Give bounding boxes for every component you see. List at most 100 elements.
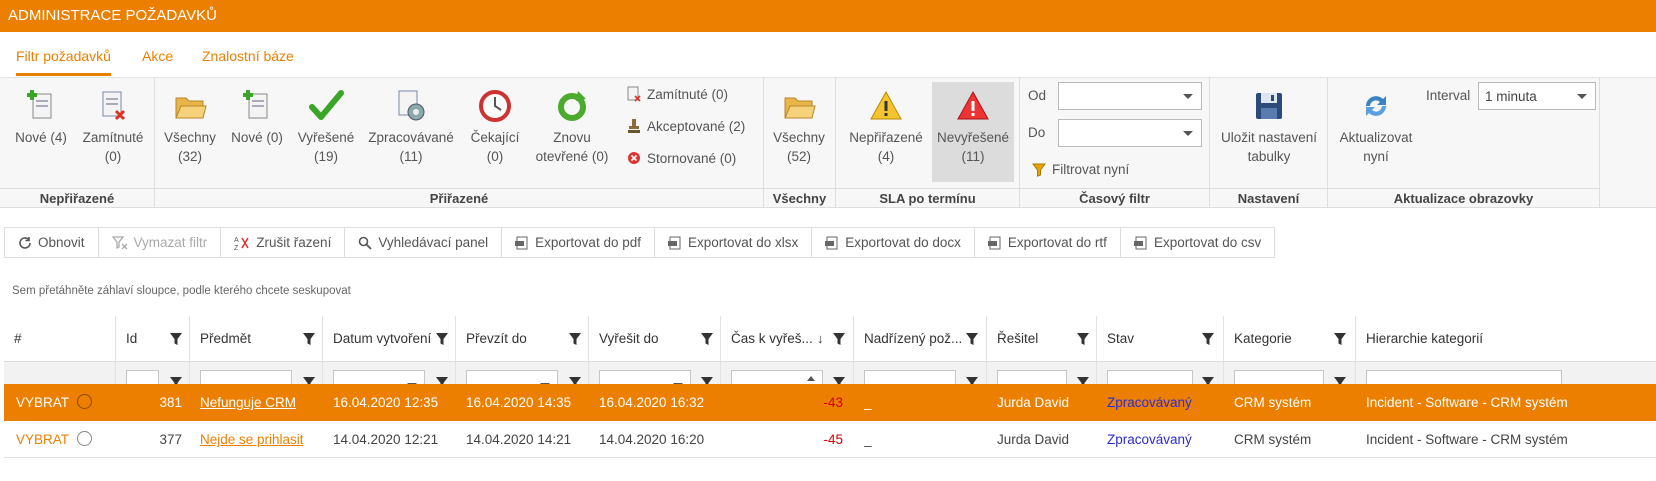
clear-filter-button[interactable]: Vymazat filtr (99, 228, 222, 257)
assigned-waiting-button[interactable]: Čekající (0) (465, 88, 525, 166)
table-row[interactable]: VYBRAT 377 Nejde se prihlasit 14.04.2020… (4, 421, 1656, 458)
assigned-processing-count: (11) (399, 149, 423, 164)
unassigned-new-button[interactable]: Nové (4) (8, 88, 74, 147)
clock-icon (479, 90, 511, 122)
table-row[interactable]: VYBRAT 381 Nefunguje CRM 16.04.2020 12:3… (4, 384, 1656, 421)
tab-actions[interactable]: Akce (142, 48, 173, 73)
subject-link[interactable]: Nejde se prihlasit (200, 432, 304, 447)
column-header-parent[interactable]: Nadřízený pož... (854, 316, 987, 362)
update-now-button[interactable]: Aktualizovat nyní (1334, 88, 1418, 166)
assigned-accepted-button[interactable]: Akceptované (2) (627, 118, 745, 134)
all-button[interactable]: Všechny (52) (769, 88, 829, 166)
assigned-resolved-button[interactable]: Vyřešené (19) (295, 88, 357, 166)
save-settings-label: Uložit nastavení (1220, 130, 1318, 145)
interval-value: 1 minuta (1485, 89, 1537, 104)
subject-cell[interactable]: Nejde se prihlasit (200, 421, 320, 458)
filter-now-button[interactable]: Filtrovat nyní (1032, 162, 1129, 177)
chevron-down-icon (1183, 94, 1193, 99)
update-now-label-2: nyní (1363, 149, 1389, 164)
assigned-reopened-label: Znovu (553, 130, 591, 145)
to-date-combo[interactable] (1058, 119, 1202, 147)
parent-cell: _ (864, 432, 872, 447)
sla-unassigned-button[interactable]: Nepřiřazené (4) (844, 88, 928, 166)
category-cell: CRM systém (1234, 395, 1312, 410)
filter-icon[interactable] (1334, 333, 1346, 345)
ribbon-group-unassigned: Nové (4) Zamítnuté (0) Nepřiřazené (0, 78, 155, 208)
refresh-button[interactable]: Obnovit (5, 228, 99, 257)
search-panel-label: Vyhledávací panel (378, 235, 489, 250)
filter-icon[interactable] (303, 333, 315, 345)
export-xlsx-button[interactable]: Exportovat do xlsx (655, 228, 813, 257)
assigned-all-label: Všechny (164, 130, 216, 145)
interval-select[interactable]: 1 minuta (1478, 82, 1596, 110)
funnel-icon (1032, 163, 1046, 177)
alert-icon (957, 90, 989, 120)
hierarchy-cell: Incident - Software - CRM systém (1366, 395, 1568, 410)
checkmark-icon (309, 90, 344, 120)
filter-icon[interactable] (966, 333, 978, 345)
unassigned-new-label: Nové (4) (15, 130, 67, 145)
export-docx-button[interactable]: Exportovat do docx (812, 228, 975, 257)
filter-icon[interactable] (1077, 333, 1089, 345)
sla-unresolved-button[interactable]: Nevyřešené (11) (932, 82, 1014, 182)
clear-filter-icon (111, 235, 127, 249)
column-header-id[interactable]: Id (116, 316, 190, 362)
id-cell: 381 (159, 395, 182, 410)
select-cell[interactable]: VYBRAT (16, 384, 116, 421)
select-cell[interactable]: VYBRAT (16, 421, 116, 458)
cancel-sort-button[interactable]: AZ Zrušit řazení (221, 228, 346, 257)
unassigned-rejected-button[interactable]: Zamítnuté (0) (78, 88, 148, 166)
sort-descending-icon: ↓ (817, 331, 824, 346)
from-date-combo[interactable] (1058, 82, 1202, 110)
column-header-category[interactable]: Kategorie (1224, 316, 1356, 362)
assigned-rejected-button[interactable]: Zamítnuté (0) (627, 86, 728, 102)
new-document-icon (243, 90, 268, 119)
assigned-cancelled-label: Stornované (0) (647, 150, 737, 166)
assigned-all-button[interactable]: Všechny (32) (160, 88, 220, 166)
sort-clear-icon: AZ (234, 237, 249, 251)
assigned-reopened-button[interactable]: Znovu otevřené (0) (533, 88, 611, 166)
export-rtf-label: Exportovat do rtf (1007, 235, 1107, 250)
export-csv-button[interactable]: Exportovat do csv (1121, 228, 1274, 257)
filter-icon[interactable] (833, 333, 845, 345)
export-rtf-icon (987, 236, 1001, 249)
tab-request-filter[interactable]: Filtr požadavků (16, 48, 111, 76)
status-cell: Zpracovávaný (1107, 432, 1192, 447)
ribbon-group-settings: Uložit nastavení tabulky Nastavení (1210, 78, 1328, 208)
column-header-take-by[interactable]: Převzít do (456, 316, 589, 362)
row-select-radio[interactable] (77, 431, 93, 447)
column-header-number[interactable]: # (4, 316, 116, 362)
created-cell: 14.04.2020 12:21 (333, 432, 439, 447)
requests-grid: # Id Předmět Datum vytvoření Převzít do … (4, 316, 1656, 481)
filter-icon[interactable] (569, 333, 581, 345)
search-panel-button[interactable]: Vyhledávací panel (345, 228, 503, 257)
filter-icon[interactable] (170, 333, 182, 345)
column-header-hierarchy[interactable]: Hierarchie kategorií (1356, 316, 1656, 362)
filter-icon[interactable] (701, 333, 713, 345)
column-header-solve-by[interactable]: Vyřešit do (589, 316, 721, 362)
column-header-status[interactable]: Stav (1097, 316, 1224, 362)
spin-up-icon[interactable] (807, 376, 815, 381)
filter-icon[interactable] (1202, 333, 1214, 345)
export-rtf-button[interactable]: Exportovat do rtf (975, 228, 1121, 257)
chevron-down-icon (1577, 94, 1587, 99)
tab-knowledge-base[interactable]: Znalostní báze (202, 48, 294, 73)
column-header-time-left[interactable]: Čas k vyřeš... ↓ (721, 316, 854, 362)
assigned-all-count: (32) (177, 149, 202, 164)
subject-link[interactable]: Nefunguje CRM (200, 395, 296, 410)
filter-icon[interactable] (436, 333, 448, 345)
subject-cell[interactable]: Nefunguje CRM (200, 384, 320, 421)
assigned-processing-button[interactable]: Zpracovávané (11) (365, 88, 457, 166)
export-xlsx-icon (667, 236, 681, 249)
save-table-settings-button[interactable]: Uložit nastavení tabulky (1214, 88, 1324, 166)
column-header-created[interactable]: Datum vytvoření (323, 316, 456, 362)
column-header-solver[interactable]: Řešitel (987, 316, 1097, 362)
assigned-new-button[interactable]: Nové (0) (228, 88, 286, 147)
column-header-subject[interactable]: Předmět (190, 316, 323, 362)
interval-label: Interval (1426, 88, 1471, 103)
row-select-radio[interactable] (77, 394, 93, 410)
assigned-cancelled-button[interactable]: Stornované (0) (627, 150, 736, 166)
all-label: Všechny (773, 130, 825, 145)
export-pdf-button[interactable]: Exportovat do pdf (502, 228, 655, 257)
status-cell: Zpracovávaný (1107, 395, 1192, 410)
